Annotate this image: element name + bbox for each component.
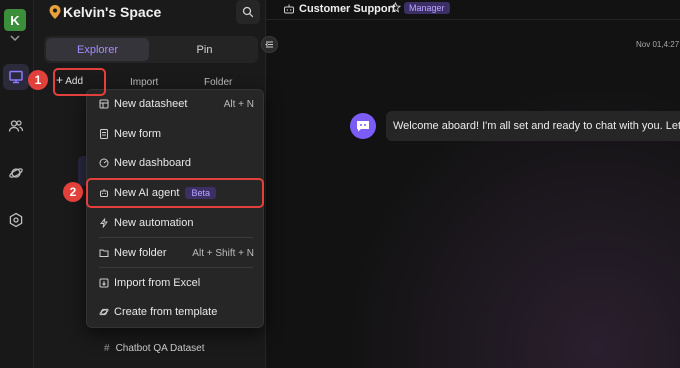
menu-item-import-excel[interactable]: Import from Excel — [87, 271, 265, 295]
chat-area: Customer Support Manager Nov 01,4:27 Wel… — [266, 0, 680, 368]
star-icon[interactable] — [390, 2, 401, 13]
form-icon — [100, 129, 108, 139]
search-icon — [242, 6, 254, 18]
menu-divider — [99, 267, 253, 268]
folder-button[interactable]: Folder — [204, 77, 232, 88]
menu-item-shortcut: Alt + Shift + N — [192, 247, 254, 259]
menu-item-label: New automation — [114, 217, 194, 229]
callout-number-1: 1 — [28, 70, 48, 90]
import-label: Import — [130, 77, 159, 88]
space-logo-icon — [49, 5, 61, 19]
menu-item-new-form[interactable]: New form — [87, 122, 265, 146]
team-icon[interactable] — [3, 113, 29, 139]
menu-item-new-folder[interactable]: New folder Alt + Shift + N — [87, 241, 265, 265]
add-dropdown-menu: New datasheet Alt + N New form New dashb… — [86, 89, 264, 328]
hash-icon: # — [104, 343, 110, 354]
menu-item-new-datasheet[interactable]: New datasheet Alt + N — [87, 92, 265, 116]
lightning-icon — [100, 218, 108, 228]
menu-item-label: New folder — [114, 247, 167, 259]
menu-divider — [99, 237, 253, 238]
menu-item-label: New datasheet — [114, 98, 188, 110]
planet-icon[interactable] — [3, 160, 29, 186]
menu-item-label: New dashboard — [114, 157, 192, 169]
bot-avatar — [350, 113, 376, 139]
collapse-sidebar-button[interactable] — [261, 36, 278, 53]
message-bubble: Welcome aboard! I'm all set and ready to… — [386, 111, 680, 141]
menu-item-label: Create from template — [114, 306, 218, 318]
callout-number-2: 2 — [63, 182, 83, 202]
explorer-pin-switch: Explorer Pin — [44, 36, 258, 63]
menu-item-label: Import from Excel — [114, 277, 201, 289]
tree-item-label: Chatbot QA Dataset — [115, 343, 205, 354]
import-button[interactable]: Import — [130, 77, 158, 88]
menu-item-shortcut: Alt + N — [223, 98, 254, 110]
tab-pin[interactable]: Pin — [153, 38, 256, 61]
search-button[interactable] — [236, 0, 260, 24]
settings-hexagon-icon[interactable] — [3, 207, 29, 233]
folder-icon — [99, 249, 109, 257]
callout-highlight-ai-agent — [86, 178, 264, 208]
robot-icon — [284, 4, 294, 14]
chat-title: Customer Support — [299, 3, 396, 15]
monitor-icon[interactable] — [3, 64, 29, 90]
excel-import-icon — [99, 278, 109, 288]
template-icon — [99, 308, 109, 316]
collapse-icon — [265, 41, 273, 48]
chat-bubble-icon — [357, 121, 369, 132]
tab-explorer[interactable]: Explorer — [46, 38, 149, 61]
tree-item-chatbot-qa-dataset[interactable]: # Chatbot QA Dataset — [104, 343, 205, 354]
folder-label: Folder — [204, 77, 233, 88]
menu-item-create-from-template[interactable]: Create from template — [87, 300, 265, 324]
chat-header: Customer Support Manager — [266, 0, 680, 20]
menu-item-label: New form — [114, 128, 162, 140]
role-badge: Manager — [404, 2, 450, 14]
dashboard-icon — [99, 158, 109, 168]
space-title[interactable]: Kelvin's Space — [63, 4, 161, 20]
message-timestamp: Nov 01,4:27 — [636, 40, 680, 49]
callout-highlight-add — [53, 68, 106, 96]
chevron-down-icon[interactable] — [8, 33, 22, 43]
user-avatar[interactable]: K — [4, 9, 26, 31]
left-rail: K — [0, 0, 34, 368]
datasheet-icon — [99, 99, 109, 109]
menu-item-new-dashboard[interactable]: New dashboard — [87, 151, 265, 175]
menu-item-new-automation[interactable]: New automation — [87, 211, 265, 235]
